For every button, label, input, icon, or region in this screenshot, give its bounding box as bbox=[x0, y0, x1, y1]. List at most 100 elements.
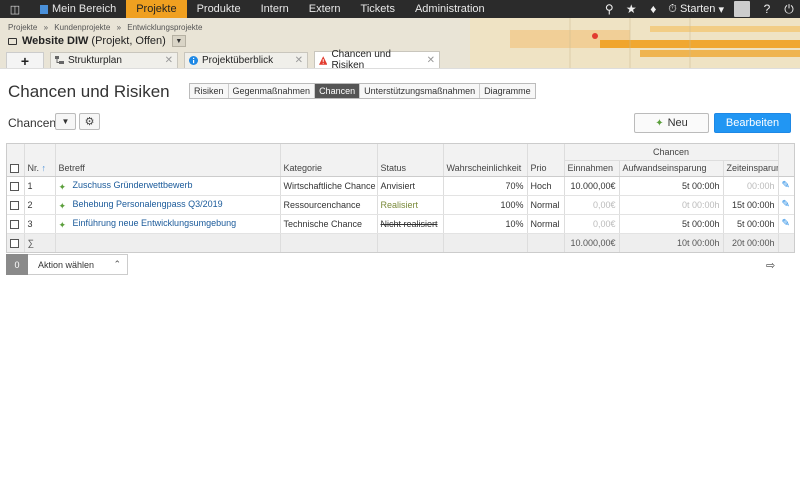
betreff-link[interactable]: Zuschuss Gründerwettbewerb bbox=[73, 180, 193, 190]
power-icon[interactable]: ⏻ bbox=[778, 0, 800, 18]
close-icon[interactable]: ✕ bbox=[421, 55, 435, 66]
edit-button[interactable]: Bearbeiten bbox=[714, 113, 791, 133]
col-header-nr[interactable]: Nr. ↑ bbox=[24, 160, 56, 177]
sidebar-toggle-icon[interactable]: ◫ bbox=[0, 0, 30, 18]
group-cell bbox=[24, 144, 56, 160]
breadcrumb-item[interactable]: Kundenprojekte bbox=[54, 23, 110, 32]
col-header-wahrscheinlichkeit[interactable]: Wahrscheinlichkeit bbox=[443, 160, 528, 177]
cell-wahrscheinlichkeit: 70% bbox=[443, 176, 528, 196]
bulk-action-bar: 0 Aktion wählen ⌃ bbox=[6, 254, 128, 275]
edit-icon[interactable]: ✎ bbox=[782, 218, 790, 229]
close-icon[interactable]: ✕ bbox=[289, 55, 303, 66]
edit-icon[interactable]: ✎ bbox=[782, 180, 790, 191]
nav-item-projekte[interactable]: Projekte bbox=[126, 0, 187, 18]
cell-status: Nicht realisiert bbox=[377, 214, 444, 234]
cell-kategorie: Wirtschaftliche Chance bbox=[280, 176, 378, 196]
export-icon[interactable]: ⇨ bbox=[766, 259, 775, 272]
nav-item-extern[interactable]: Extern bbox=[299, 0, 351, 18]
search-icon[interactable]: ⚲ bbox=[598, 0, 620, 18]
sort-asc-icon: ↑ bbox=[41, 162, 47, 173]
cell-prio: Normal bbox=[527, 195, 565, 215]
group-cell bbox=[778, 144, 794, 160]
nav-item-tickets[interactable]: Tickets bbox=[351, 0, 405, 18]
footer-checkbox[interactable] bbox=[10, 238, 19, 248]
table-group-header-row: Chancen bbox=[7, 144, 794, 161]
view-settings-button[interactable]: ⚙ bbox=[79, 113, 100, 130]
row-checkbox[interactable] bbox=[10, 200, 19, 210]
table-row[interactable]: 2 ✦ Behebung Personalengpass Q3/2019 Ress… bbox=[7, 195, 794, 215]
close-icon[interactable]: ✕ bbox=[159, 55, 173, 66]
col-header-status[interactable]: Status bbox=[377, 160, 444, 177]
nav-label: Extern bbox=[308, 3, 341, 15]
betreff-link[interactable]: Einführung neue Entwicklungsumgebung bbox=[73, 218, 237, 228]
footer-cell bbox=[377, 233, 444, 252]
subtab-diagramme[interactable]: Diagramme bbox=[480, 84, 535, 98]
edit-icon[interactable]: ✎ bbox=[782, 199, 790, 210]
nav-item-administration[interactable]: Administration bbox=[405, 0, 495, 18]
tab-strukturplan[interactable]: Strukturplan ✕ bbox=[50, 52, 178, 68]
tab-projektueberblick[interactable]: Projektüberblick ✕ bbox=[184, 52, 308, 68]
star-icon[interactable]: ★ bbox=[620, 0, 642, 18]
sub-navigation: Risiken Gegenmaßnahmen Chancen Unterstüt… bbox=[189, 83, 536, 99]
row-select-cell bbox=[7, 195, 25, 215]
table-row[interactable]: 1 ✦ Zuschuss Gründerwettbewerb Wirtschaft… bbox=[7, 176, 794, 196]
col-header-prio[interactable]: Prio bbox=[527, 160, 565, 177]
project-menu-button[interactable]: ▼ bbox=[171, 35, 186, 47]
start-timer-button[interactable]: ⏱ Starten ▾ bbox=[664, 3, 728, 16]
bell-icon[interactable]: ♦ bbox=[642, 0, 664, 18]
avatar[interactable] bbox=[734, 1, 750, 17]
subtab-unterstuetzungsmassnahmen[interactable]: Unterstützungsmaßnahmen bbox=[360, 84, 481, 98]
action-select-label: Aktion wählen bbox=[38, 259, 95, 270]
col-header-aufwandseinsparung[interactable]: Aufwandseinsparung bbox=[619, 160, 724, 177]
breadcrumb: Projekte » Kundenprojekte » Entwicklungs… bbox=[8, 23, 206, 32]
cell-wahrscheinlichkeit: 10% bbox=[443, 214, 528, 234]
cell-zeiteinsparung: 5t 00:00h bbox=[723, 214, 779, 234]
col-label: Nr. bbox=[27, 162, 40, 173]
nav-item-mein-bereich[interactable]: Mein Bereich bbox=[30, 0, 126, 18]
help-icon[interactable]: ? bbox=[756, 0, 778, 18]
footer-cell bbox=[55, 233, 281, 252]
col-header-betreff[interactable]: Betreff bbox=[55, 160, 281, 177]
col-header-kategorie[interactable]: Kategorie bbox=[280, 160, 378, 177]
footer-aufwandseinsparung: 10t 00:00h bbox=[619, 233, 724, 252]
tab-chancen-und-risiken[interactable]: Chancen und Risiken ✕ bbox=[314, 49, 440, 71]
nav-label: Tickets bbox=[360, 3, 395, 15]
action-select[interactable]: Aktion wählen ⌃ bbox=[28, 254, 128, 275]
col-header-einnahmen[interactable]: Einnahmen bbox=[564, 160, 620, 177]
table-header-row: Nr. ↑ Betreff Kategorie Status Wahrschei… bbox=[7, 160, 794, 177]
select-all-checkbox[interactable] bbox=[10, 163, 19, 173]
cell-aufwandseinsparung: 0t 00:00h bbox=[619, 195, 724, 215]
folder-icon bbox=[8, 37, 17, 45]
tab-label: Strukturplan bbox=[68, 55, 122, 66]
new-button[interactable]: ✦ Neu bbox=[634, 113, 709, 133]
breadcrumb-item[interactable]: Entwicklungsprojekte bbox=[127, 23, 202, 32]
nav-item-intern[interactable]: Intern bbox=[251, 0, 299, 18]
cell-actions: ✎ bbox=[778, 214, 794, 234]
cell-zeiteinsparung: 00:00h bbox=[723, 176, 779, 196]
footer-zeiteinsparung: 20t 00:00h bbox=[723, 233, 779, 252]
table-row[interactable]: 3 ✦ Einführung neue Entwicklungsumgebung … bbox=[7, 214, 794, 234]
row-select-cell bbox=[7, 176, 25, 196]
cell-betreff: ✦ Zuschuss Gründerwettbewerb bbox=[55, 176, 281, 196]
row-select-cell bbox=[7, 214, 25, 234]
footer-select-cell bbox=[7, 233, 25, 252]
chancen-table: Chancen Nr. ↑ Betreff Kategorie Status W… bbox=[6, 143, 795, 253]
project-meta: (Projekt, Offen) bbox=[91, 35, 166, 47]
row-checkbox[interactable] bbox=[10, 219, 19, 229]
breadcrumb-item[interactable]: Projekte bbox=[8, 23, 37, 32]
project-title: Website DIW (Projekt, Offen) ▼ bbox=[8, 35, 186, 47]
start-label: Starten bbox=[679, 3, 716, 15]
col-header-zeiteinsparung[interactable]: Zeiteinsparung bbox=[723, 160, 779, 177]
add-tab-button[interactable]: + bbox=[6, 52, 44, 69]
footer-cell bbox=[527, 233, 565, 252]
caret-down-icon: ▾ bbox=[718, 3, 724, 16]
nav-item-produkte[interactable]: Produkte bbox=[187, 0, 251, 18]
mein-bereich-icon bbox=[40, 4, 48, 14]
row-checkbox[interactable] bbox=[10, 181, 19, 191]
subtab-chancen[interactable]: Chancen bbox=[315, 84, 361, 98]
subtab-gegenmassnahmen[interactable]: Gegenmaßnahmen bbox=[228, 84, 316, 98]
subtab-risiken[interactable]: Risiken bbox=[190, 84, 229, 98]
betreff-link[interactable]: Behebung Personalengpass Q3/2019 bbox=[73, 199, 223, 209]
view-dropdown-button[interactable]: ▼ bbox=[55, 113, 76, 130]
cell-betreff: ✦ Einführung neue Entwicklungsumgebung bbox=[55, 214, 281, 234]
